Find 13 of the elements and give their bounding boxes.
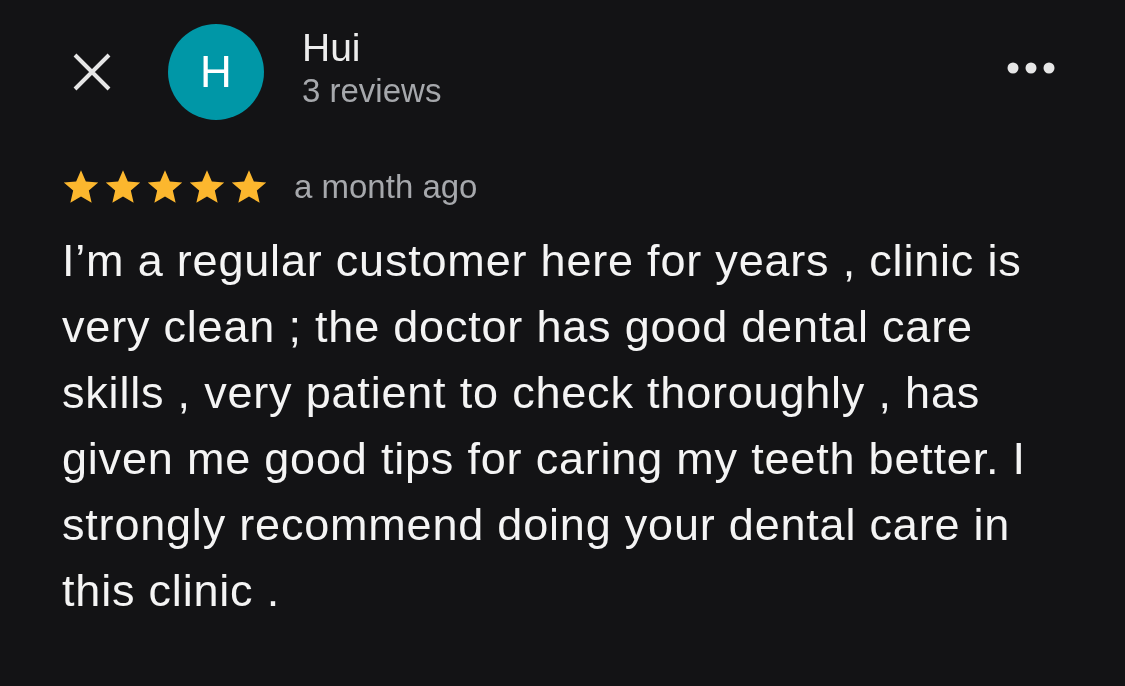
more-button[interactable] xyxy=(1007,62,1055,74)
star-icon xyxy=(188,169,226,205)
close-icon xyxy=(72,52,112,92)
review-text: I’m a regular customer here for years , clinic is very clean ; the doctor has good dental care skills , very patient to check thoroughly , has given me good tips for caring my teeth better. I strongly recommend doing your dental care in this clinic . xyxy=(62,234,1027,618)
star-icon xyxy=(104,169,142,205)
more-icon xyxy=(1007,62,1055,74)
avatar[interactable]: H xyxy=(168,24,264,120)
star-icon xyxy=(230,169,268,205)
review-count: 3 reviews xyxy=(302,71,442,111)
star-icon xyxy=(62,169,100,205)
review-date: a month ago xyxy=(294,168,478,206)
star-icon xyxy=(146,169,184,205)
reviewer-name: Hui xyxy=(302,26,362,70)
